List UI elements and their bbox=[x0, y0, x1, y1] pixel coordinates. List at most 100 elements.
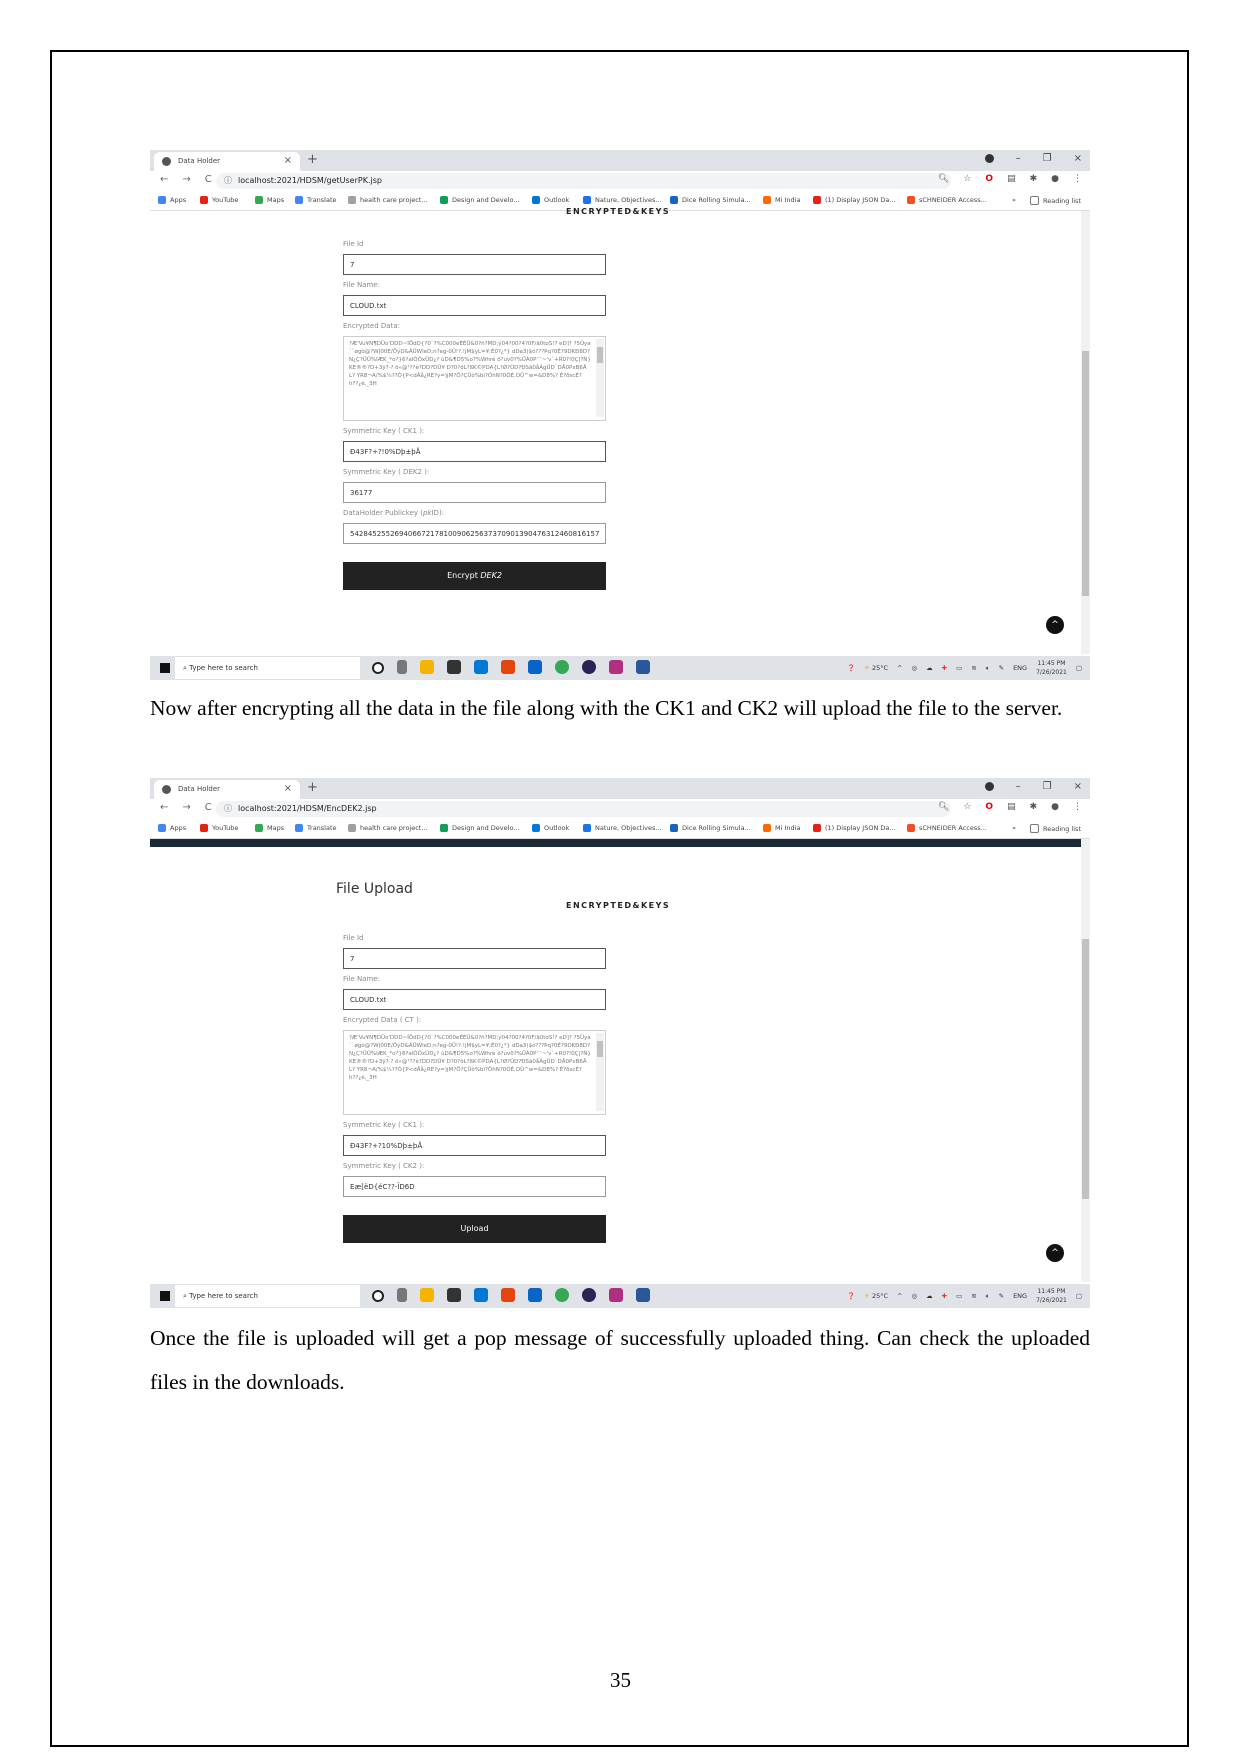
ck2-input[interactable]: Eæ[ëD{éC??-ÎD6D bbox=[343, 1176, 606, 1197]
bookmark-maps[interactable]: Maps bbox=[255, 196, 284, 204]
volume-icon[interactable]: 🔈︎ bbox=[986, 1292, 990, 1301]
language-indicator[interactable]: ENG bbox=[1013, 664, 1027, 672]
bookmark-outlook[interactable]: Outlook bbox=[532, 196, 569, 204]
opera-extension-icon[interactable]: O bbox=[985, 174, 993, 184]
bookmark-display-json[interactable]: (1) Display JSON Da... bbox=[813, 824, 896, 832]
scroll-to-top-button[interactable]: ^ bbox=[1046, 616, 1064, 634]
extensions-puzzle-icon[interactable]: ✱ bbox=[1030, 802, 1038, 812]
clock[interactable]: 11:45 PM 7/26/2021 bbox=[1036, 659, 1067, 677]
wifi-icon[interactable]: ≋ bbox=[971, 664, 976, 672]
meet-icon[interactable]: ◎ bbox=[911, 1292, 917, 1300]
battery-icon[interactable]: ▭ bbox=[956, 1292, 962, 1300]
menu-kebab-icon[interactable]: ⋮ bbox=[1073, 802, 1082, 812]
notifications-icon[interactable]: ▢ bbox=[1076, 1292, 1082, 1300]
windows-start-icon[interactable] bbox=[160, 1291, 170, 1301]
bookmark-youtube[interactable]: YouTube bbox=[200, 196, 238, 204]
reload-button[interactable]: C bbox=[205, 174, 212, 185]
profile-avatar-icon[interactable]: ● bbox=[1051, 802, 1059, 812]
bookmark-apps[interactable]: Apps bbox=[158, 824, 186, 832]
word-icon[interactable] bbox=[636, 1288, 650, 1302]
menu-kebab-icon[interactable]: ⋮ bbox=[1073, 174, 1082, 184]
mail-icon[interactable] bbox=[528, 1288, 542, 1302]
opera-extension-icon[interactable]: O bbox=[985, 802, 993, 812]
office-icon[interactable] bbox=[501, 660, 515, 674]
file-name-input[interactable]: CLOUD.txt bbox=[343, 989, 606, 1010]
textarea-scrollbar[interactable] bbox=[596, 339, 604, 417]
help-icon[interactable]: ❓ bbox=[847, 664, 855, 672]
ck1-input[interactable]: Ð43F?+?!0%Dþ±þÅ bbox=[343, 441, 606, 462]
extensions-puzzle-icon[interactable]: ✱ bbox=[1030, 174, 1038, 184]
language-indicator[interactable]: ENG bbox=[1013, 1292, 1027, 1300]
new-tab-button[interactable]: + bbox=[307, 780, 318, 795]
encrypted-data-textarea[interactable]: ?Æ'Vu¥N¶DÜo'DDD~ÍÖdD{?0`?%C000eÉÉÜ&0?ñ?M… bbox=[343, 1030, 606, 1115]
bookmark-nature[interactable]: Nature, Objectives... bbox=[583, 824, 662, 832]
textarea-scrollbar[interactable] bbox=[596, 1033, 604, 1111]
tab-close-icon[interactable]: × bbox=[284, 783, 292, 794]
outlook-app-icon[interactable] bbox=[474, 1288, 488, 1302]
public-key-input[interactable]: 5428452552694066721781009062563737090139… bbox=[343, 523, 606, 544]
onedrive-icon[interactable]: ☁ bbox=[926, 664, 933, 672]
bookmark-schneider[interactable]: sCHNEIDER Access... bbox=[907, 824, 987, 832]
maximize-button[interactable]: ❐ bbox=[1043, 153, 1052, 164]
bookmark-health-care[interactable]: health care project... bbox=[348, 824, 428, 832]
minimize-button[interactable]: – bbox=[1016, 781, 1021, 792]
weather-widget[interactable]: ☀ 25°C bbox=[864, 664, 888, 672]
ck1-input[interactable]: Ð43F?+?10%Dþ±þÅ bbox=[343, 1135, 606, 1156]
notifications-icon[interactable]: ▢ bbox=[1076, 664, 1082, 672]
notes-extension-icon[interactable]: ▤ bbox=[1007, 802, 1016, 812]
taskbar-search-input[interactable]: ⌕ Type here to search bbox=[175, 657, 360, 679]
volume-icon[interactable]: 🔈︎ bbox=[986, 664, 990, 673]
zoom-icon[interactable]: 🔍︎ bbox=[938, 802, 949, 812]
profile-dot-icon[interactable] bbox=[984, 154, 994, 163]
encrypted-data-textarea[interactable]: ?Æ'Vu¥N¶DÜo'DDD~ÍÖdD{?0`?%C000eÉÉÜ&0?ñ?M… bbox=[343, 336, 606, 421]
windows-start-icon[interactable] bbox=[160, 663, 170, 673]
bookmark-maps[interactable]: Maps bbox=[255, 824, 284, 832]
tray-expand-icon[interactable]: ^ bbox=[897, 664, 902, 672]
bookmark-apps[interactable]: Apps bbox=[158, 196, 186, 204]
task-view-icon[interactable] bbox=[397, 1288, 407, 1302]
bookmark-display-json[interactable]: (1) Display JSON Da... bbox=[813, 196, 896, 204]
bookmark-design[interactable]: Design and Develo... bbox=[440, 196, 520, 204]
chrome-icon[interactable] bbox=[555, 660, 569, 674]
notes-extension-icon[interactable]: ▤ bbox=[1007, 174, 1016, 184]
forward-button[interactable]: → bbox=[182, 174, 190, 185]
browser-tab[interactable]: Data Holder × bbox=[154, 152, 300, 171]
forward-button[interactable]: → bbox=[182, 802, 190, 813]
bookmark-health-care[interactable]: health care project... bbox=[348, 196, 428, 204]
weather-widget[interactable]: ☀ 25°C bbox=[864, 1292, 888, 1300]
profile-avatar-icon[interactable]: ● bbox=[1051, 174, 1059, 184]
outlook-app-icon[interactable] bbox=[474, 660, 488, 674]
back-button[interactable]: ← bbox=[160, 174, 168, 185]
reload-button[interactable]: C bbox=[205, 802, 212, 813]
bookmark-nature[interactable]: Nature, Objectives... bbox=[583, 196, 662, 204]
office-icon[interactable] bbox=[501, 1288, 515, 1302]
bookmark-star-icon[interactable]: ☆ bbox=[963, 174, 971, 184]
bookmark-schneider[interactable]: sCHNEIDER Access... bbox=[907, 196, 987, 204]
paint-icon[interactable] bbox=[609, 1288, 623, 1302]
page-scrollbar[interactable] bbox=[1081, 211, 1090, 654]
upload-button[interactable]: Upload bbox=[343, 1215, 606, 1243]
file-name-input[interactable]: CLOUD.txt bbox=[343, 295, 606, 316]
maximize-button[interactable]: ❐ bbox=[1043, 781, 1052, 792]
clock[interactable]: 11:45 PM 7/26/2021 bbox=[1036, 1287, 1067, 1305]
dek2-input[interactable]: 36177 bbox=[343, 482, 606, 503]
store-icon[interactable] bbox=[447, 660, 461, 674]
tray-expand-icon[interactable]: ^ bbox=[897, 1292, 902, 1300]
bookmark-translate[interactable]: Translate bbox=[295, 196, 337, 204]
file-explorer-icon[interactable] bbox=[420, 660, 434, 674]
tab-close-icon[interactable]: × bbox=[284, 155, 292, 166]
profile-dot-icon[interactable] bbox=[984, 782, 994, 791]
scroll-to-top-button[interactable]: ^ bbox=[1046, 1244, 1064, 1262]
reading-list-button[interactable]: Reading list bbox=[1030, 196, 1081, 205]
file-explorer-icon[interactable] bbox=[420, 1288, 434, 1302]
bookmark-outlook[interactable]: Outlook bbox=[532, 824, 569, 832]
taskbar-search-input[interactable]: ⌕ Type here to search bbox=[175, 1285, 360, 1307]
cortana-icon[interactable] bbox=[372, 662, 384, 674]
url-input[interactable]: ⓘ localhost:2021/HDSM/getUserPK.jsp bbox=[216, 173, 951, 189]
file-id-input[interactable]: 7 bbox=[343, 948, 606, 969]
chrome-icon[interactable] bbox=[555, 1288, 569, 1302]
help-icon[interactable]: ❓ bbox=[847, 1292, 855, 1300]
file-id-input[interactable]: 7 bbox=[343, 254, 606, 275]
pen-icon[interactable]: ✎ bbox=[999, 1292, 1004, 1300]
close-window-button[interactable]: × bbox=[1074, 781, 1082, 792]
